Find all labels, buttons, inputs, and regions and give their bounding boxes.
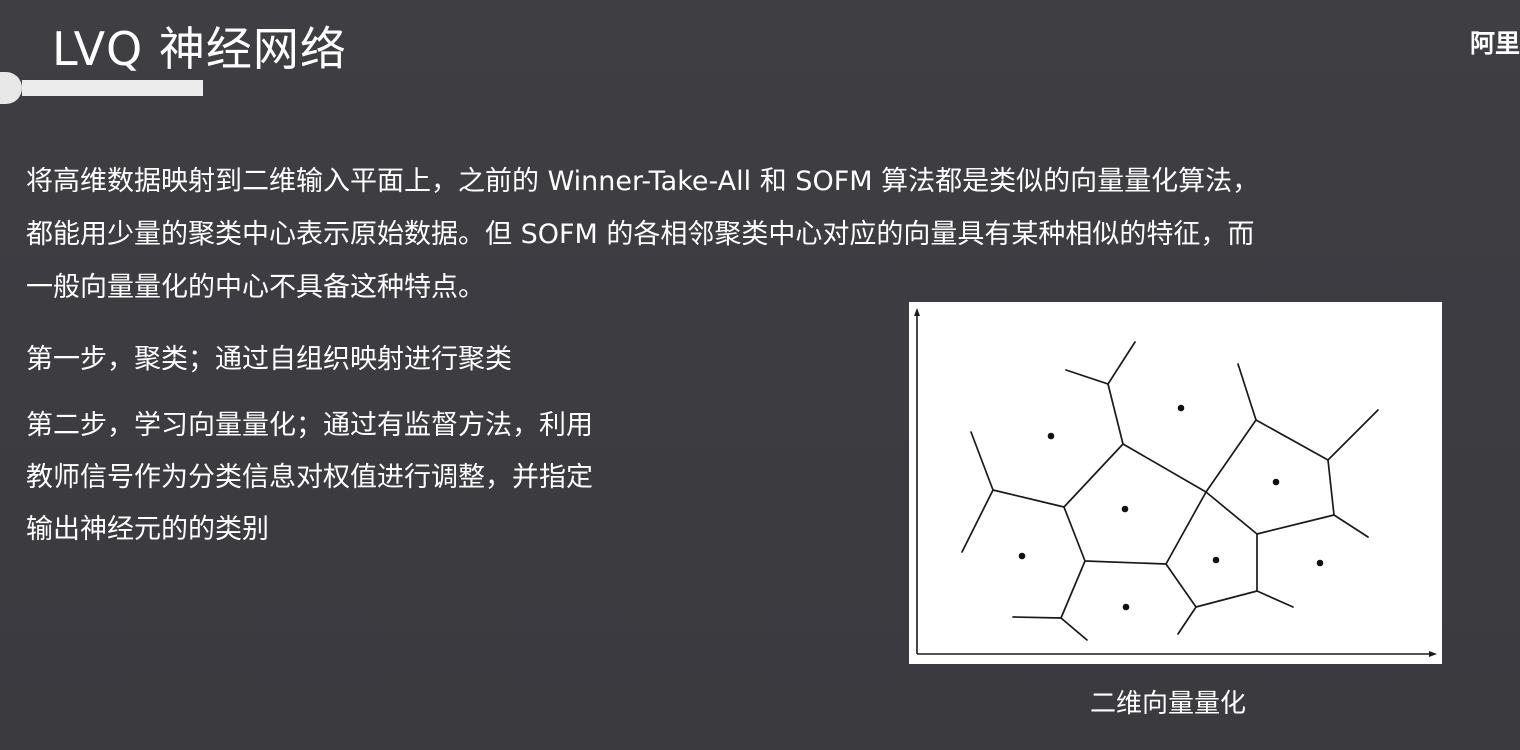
cluster-center-point: [1316, 559, 1324, 567]
brand-label: 阿里: [1469, 29, 1520, 58]
cluster-center-point: [1121, 505, 1129, 513]
voronoi-edge: [1012, 616, 1062, 619]
cluster-center-point: [1122, 603, 1130, 611]
step-two-text: 第二步，学习向量量化；通过有监督方法，利用 教师信号作为分类信息对权值进行调整，…: [26, 400, 593, 556]
step-two-line: 第二步，学习向量量化；通过有监督方法，利用: [26, 410, 593, 441]
step-one-text: 第一步，聚类；通过自组织映射进行聚类: [26, 344, 512, 375]
cluster-center-point: [1047, 432, 1055, 440]
title-left-decoration: [0, 72, 22, 104]
cluster-center-point: [1177, 404, 1185, 412]
voronoi-diagram: [909, 302, 1442, 664]
intro-paragraph: 将高维数据映射到二维输入平面上，之前的 Winner-Take-All 和 SO…: [26, 155, 1496, 314]
vector-quantization-figure: [909, 302, 1442, 664]
cluster-center-point: [1018, 552, 1026, 560]
slide: LVQ 神经网络 阿里 将高维数据映射到二维输入平面上，之前的 Winner-T…: [0, 0, 1520, 750]
page-title: LVQ 神经网络: [52, 22, 347, 76]
step-two-line: 教师信号作为分类信息对权值进行调整，并指定: [26, 462, 593, 493]
title-underline-bar: [22, 80, 203, 96]
intro-line: 都能用少量的聚类中心表示原始数据。但 SOFM 的各相邻聚类中心对应的向量具有某…: [26, 219, 1255, 250]
intro-line: 将高维数据映射到二维输入平面上，之前的 Winner-Take-All 和 SO…: [26, 166, 1260, 197]
cluster-center-point: [1272, 478, 1280, 486]
cluster-center-point: [1212, 556, 1220, 564]
step-two-line: 输出神经元的的类别: [26, 514, 269, 545]
figure-background: [909, 302, 1442, 664]
figure-caption: 二维向量量化: [1090, 689, 1247, 719]
